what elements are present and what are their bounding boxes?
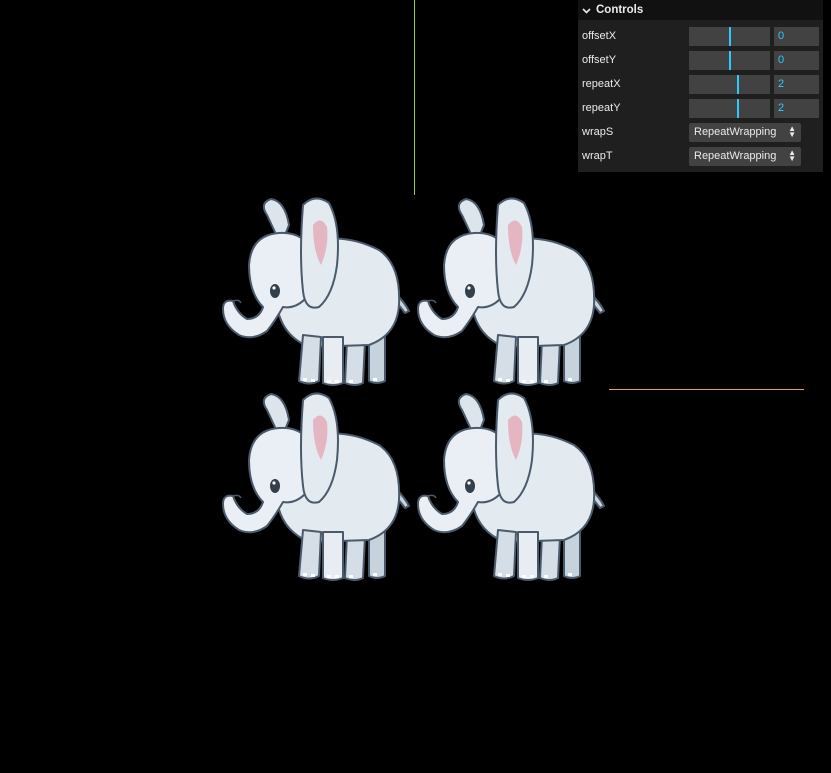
control-row-offsety: offsetY — [578, 48, 823, 72]
offsety-slider[interactable] — [689, 50, 770, 70]
offsetx-input[interactable] — [774, 26, 819, 46]
elephant-icon — [414, 195, 609, 390]
elephant-tile — [414, 390, 609, 585]
select-value: RepeatWrapping — [694, 150, 777, 162]
control-label: offsetY — [582, 54, 617, 66]
select-value: RepeatWrapping — [694, 126, 777, 138]
control-label: repeatX — [582, 78, 621, 90]
slider-handle[interactable] — [736, 74, 739, 94]
y-axis-line — [414, 0, 415, 195]
wraps-select[interactable]: RepeatWrapping ▲ ▼ — [689, 122, 801, 142]
chevron-down-icon — [582, 6, 591, 15]
elephant-tile — [414, 195, 609, 390]
slider-handle[interactable] — [736, 98, 739, 118]
control-row-wrapt: wrapT RepeatWrapping ▲ ▼ — [578, 144, 823, 168]
slider-handle[interactable] — [728, 50, 731, 70]
controls-title: Controls — [596, 4, 644, 16]
elephant-icon — [414, 390, 609, 585]
x-axis-line — [609, 389, 804, 390]
controls-title-bar[interactable]: Controls — [578, 0, 823, 20]
repeaty-slider[interactable] — [689, 98, 770, 118]
control-label: offsetX — [582, 30, 617, 42]
wrapt-select[interactable]: RepeatWrapping ▲ ▼ — [689, 146, 801, 166]
slider-handle[interactable] — [728, 26, 731, 46]
textured-plane — [219, 195, 609, 585]
control-label: wrapT — [582, 150, 613, 162]
repeatx-slider[interactable] — [689, 74, 770, 94]
controls-panel: Controls offsetX offsetY repeatX repeatY… — [578, 0, 823, 172]
control-label: repeatY — [582, 102, 621, 114]
control-row-repeatx: repeatX — [578, 72, 823, 96]
control-row-offsetx: offsetX — [578, 24, 823, 48]
control-label: wrapS — [582, 126, 614, 138]
elephant-icon — [219, 390, 414, 585]
elephant-icon — [219, 195, 414, 390]
repeatx-input[interactable] — [774, 74, 819, 94]
control-row-repeaty: repeatY — [578, 96, 823, 120]
offsetx-slider[interactable] — [689, 26, 770, 46]
repeaty-input[interactable] — [774, 98, 819, 118]
elephant-tile — [219, 195, 414, 390]
select-arrows-icon: ▲ ▼ — [788, 148, 796, 163]
offsety-input[interactable] — [774, 50, 819, 70]
select-arrows-icon: ▲ ▼ — [788, 124, 796, 139]
elephant-tile — [219, 390, 414, 585]
control-row-wraps: wrapS RepeatWrapping ▲ ▼ — [578, 120, 823, 144]
